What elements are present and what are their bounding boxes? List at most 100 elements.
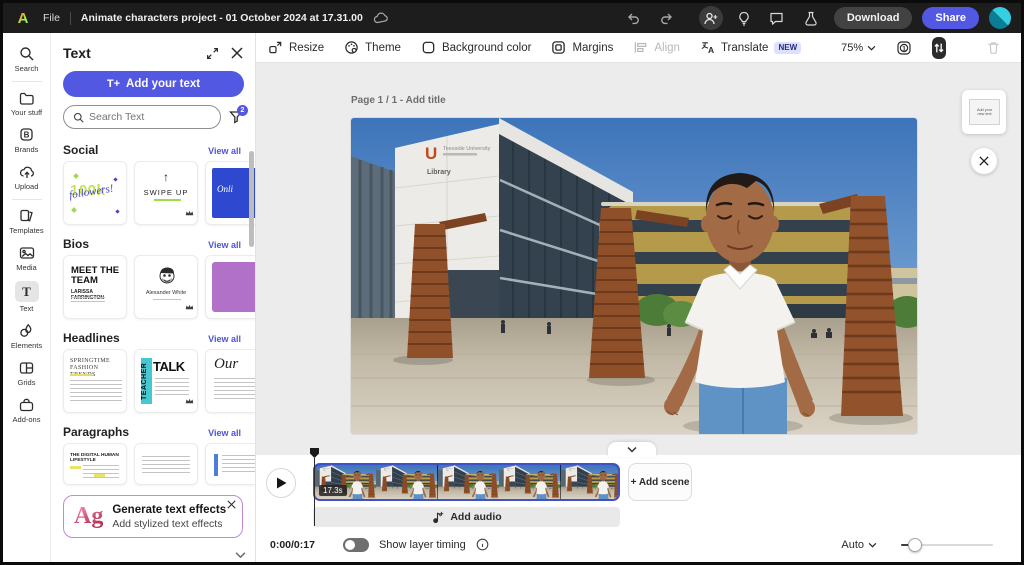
text-icon: T [14,281,39,302]
panel-scroll-down-icon[interactable] [235,551,246,559]
template-card-paragraph-2[interactable] [134,443,198,485]
sidebar-item-upload[interactable]: Upload [5,159,49,196]
page-overview-button[interactable]: 1 [896,40,912,56]
template-card-swipe-up[interactable]: ↑ SWIPE UP [134,161,198,225]
floating-text-preview-card[interactable]: Add your new text [962,90,1006,134]
scene-filmstrip[interactable]: 17.3s [313,463,620,501]
translate-button[interactable]: A Translate NEW [700,40,802,55]
close-icon [979,156,989,166]
template-card-online[interactable]: Onli [205,161,255,225]
sidebar-item-your-stuff[interactable]: Your stuff [5,85,49,122]
file-menu[interactable]: File [43,12,60,24]
section-title-social: Social [63,143,99,157]
translate-icon: A [700,40,715,55]
sidebar-item-grids[interactable]: Grids [5,355,49,392]
document-toolbar: Resize Theme Background color Margins Al… [256,33,1021,63]
document-title[interactable]: Animate characters project - 01 October … [81,12,363,24]
layer-timing-toggle[interactable] [342,537,369,552]
sidebar-item-templates[interactable]: Templates [5,203,49,240]
sidebar-item-brands[interactable]: B Brands [5,122,49,159]
delete-page-button [986,40,1001,55]
page-label[interactable]: Page 1 / 1 - Add title [351,95,446,106]
play-button[interactable] [266,468,296,498]
divider [11,81,42,82]
svg-text:A: A [708,45,714,55]
panel-scrollbar[interactable] [249,151,254,247]
filter-button[interactable]: 2 [229,105,248,124]
template-card-springtime[interactable]: SPRINGTIME FASHION TRENDS [63,349,127,413]
bios-card-row: MEET THE TEAM LARISSA FARRINGTON Alexand… [51,255,255,325]
sidebar-item-add-ons[interactable]: Add-ons [5,392,49,429]
generate-text-effects-card[interactable]: Ag Generate text effects Add stylized te… [63,495,243,538]
adobe-express-logo[interactable]: A [13,8,33,28]
timeline-timing-button[interactable] [932,36,947,59]
slider-knob[interactable] [908,537,922,552]
section-title-headlines: Headlines [63,331,120,345]
share-button[interactable]: Share [922,7,979,29]
ideas-lightbulb-icon[interactable] [737,11,751,26]
theme-button[interactable]: Theme [344,40,401,55]
undo-icon[interactable] [625,11,640,25]
background-color-button[interactable]: Background color [421,40,531,55]
timeline-zoom-slider[interactable] [901,537,993,552]
margins-button[interactable]: Margins [551,40,613,55]
template-card-purple[interactable] [205,255,255,319]
svg-text:T: T [22,284,31,299]
view-all-paragraphs[interactable]: View all [208,428,241,438]
social-card-row: 100k followers! ↑ SWIPE UP Onli [51,161,255,231]
sidebar-item-search[interactable]: Search [5,41,49,78]
add-scene-button[interactable]: + Add scene [628,463,692,501]
zoom-level-control[interactable]: 75% [841,42,876,54]
user-avatar[interactable] [989,7,1011,29]
add-ons-icon [19,396,34,413]
bottom-bar: 0:00/0:17 Show layer timing Auto [256,527,1021,562]
redo-icon[interactable] [660,11,675,25]
video-scene-frame[interactable] [351,118,917,434]
sidebar-item-elements[interactable]: Elements [5,318,49,355]
sidebar-item-media[interactable]: Media [5,240,49,277]
play-icon [276,477,286,489]
template-card-script[interactable]: Our [205,349,255,413]
add-your-text-button[interactable]: T+ Add your text [63,71,244,97]
text-effects-ag-icon: Ag [74,503,104,529]
comments-icon[interactable] [769,11,784,25]
close-icon[interactable] [227,500,236,509]
collapse-timeline-button[interactable] [608,442,656,457]
template-card-digital-lifestyle[interactable]: THE DIGITAL HUMAN LIFESTYLE [63,443,127,485]
film-frame [499,465,560,499]
template-card-alexander-white[interactable]: Alexander White [134,255,198,319]
search-icon [73,112,84,123]
playback-speed-control[interactable]: Auto [841,539,877,551]
download-button[interactable]: Download [833,7,913,29]
view-all-headlines[interactable]: View all [208,334,241,344]
view-all-social[interactable]: View all [208,146,241,156]
invite-people-button[interactable] [698,6,723,30]
film-frame [561,465,620,499]
close-floating-card-button[interactable] [971,148,997,174]
close-panel-icon[interactable] [231,47,243,59]
text-search-box[interactable] [63,105,221,129]
resize-button[interactable]: Resize [268,40,324,55]
view-all-bios[interactable]: View all [208,240,241,250]
section-title-paragraphs: Paragraphs [63,425,130,439]
template-card-paragraph-3[interactable] [205,443,255,485]
template-card-meet-the-team[interactable]: MEET THE TEAM LARISSA FARRINGTON [63,255,127,319]
chevron-down-icon [627,446,637,453]
headlines-card-row: SPRINGTIME FASHION TRENDS TEACHER TALK O… [51,349,255,419]
divider [69,11,71,25]
template-card-teacher-talk[interactable]: TEACHER TALK [134,349,198,413]
folder-icon [19,89,34,106]
grids-icon [19,359,34,376]
template-card-followers[interactable]: 100k followers! [63,161,127,225]
search-text-input[interactable] [89,111,189,123]
beta-flask-icon[interactable] [804,11,818,26]
film-frame [376,465,437,499]
sidebar-item-text[interactable]: T Text [5,277,49,318]
scene-duration-badge: 17.3s [319,485,347,496]
info-icon[interactable] [476,538,489,551]
playhead[interactable] [310,448,319,526]
add-audio-button[interactable]: Add audio [313,507,620,527]
templates-icon [19,207,34,224]
expand-panel-icon[interactable] [206,47,219,60]
upload-cloud-icon [19,163,35,180]
